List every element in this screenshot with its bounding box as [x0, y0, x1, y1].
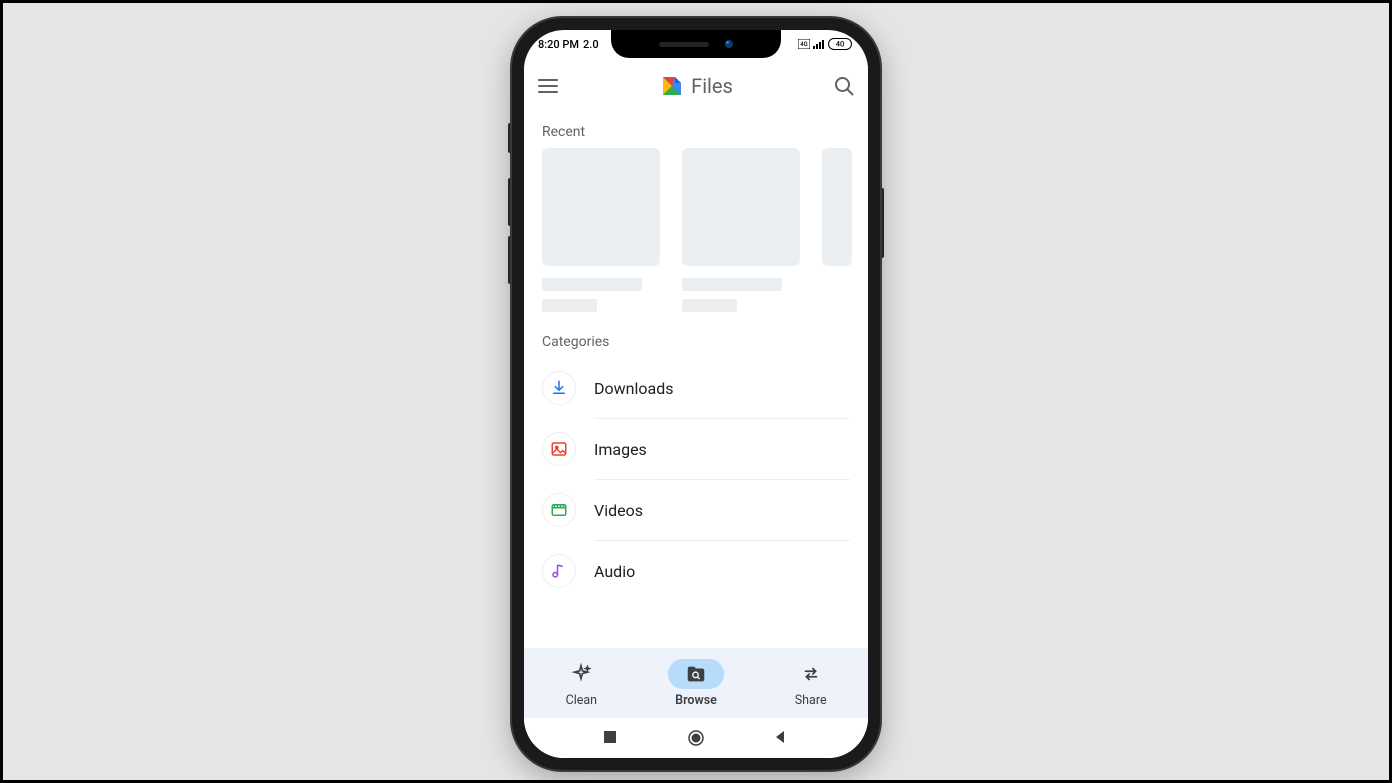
status-extra: 2.0 [583, 38, 599, 51]
svg-text:4G: 4G [800, 41, 808, 48]
sparkle-icon [553, 659, 609, 689]
download-icon [542, 371, 576, 405]
app-title: Files [691, 74, 733, 98]
nav-label: Clean [566, 693, 598, 708]
home-button[interactable] [687, 729, 705, 747]
nav-clean[interactable]: Clean [524, 648, 639, 718]
category-label: Images [594, 440, 850, 459]
category-audio[interactable]: Audio [542, 541, 850, 601]
back-button[interactable] [772, 729, 790, 747]
power-button [880, 188, 884, 258]
recent-list[interactable] [524, 148, 868, 312]
nav-label: Browse [675, 693, 717, 708]
audio-icon [542, 554, 576, 588]
category-videos[interactable]: Videos [542, 480, 850, 540]
bottom-nav: Clean Browse Share [524, 648, 868, 718]
category-label: Audio [594, 562, 850, 581]
transfer-icon [783, 659, 839, 689]
recent-placeholder [822, 148, 868, 312]
nav-share[interactable]: Share [753, 648, 868, 718]
folder-search-icon [668, 659, 724, 689]
recent-placeholder [682, 148, 800, 312]
signal-icon [813, 39, 825, 49]
status-time: 8:20 PM [538, 38, 579, 51]
app-header: Files [524, 58, 868, 114]
search-button[interactable] [832, 74, 856, 98]
categories-section-label: Categories [524, 312, 868, 358]
sim-icon: 4G [798, 39, 810, 49]
category-label: Downloads [594, 379, 850, 398]
recent-section-label: Recent [524, 114, 868, 148]
images-icon [542, 432, 576, 466]
category-label: Videos [594, 501, 850, 520]
phone-mock: 8:20 PM 2.0 4G 40 [512, 18, 880, 770]
recent-placeholder [542, 148, 660, 312]
recents-button[interactable] [602, 729, 620, 747]
app-logo-icon [659, 74, 683, 98]
nav-label: Share [795, 693, 827, 708]
battery-icon: 40 [828, 38, 854, 50]
nav-browse[interactable]: Browse [639, 648, 754, 718]
category-images[interactable]: Images [542, 419, 850, 479]
menu-button[interactable] [536, 74, 560, 98]
category-downloads[interactable]: Downloads [542, 358, 850, 418]
system-nav-bar [524, 718, 868, 758]
videos-icon [542, 493, 576, 527]
notch [611, 30, 781, 58]
battery-text: 40 [836, 40, 845, 49]
